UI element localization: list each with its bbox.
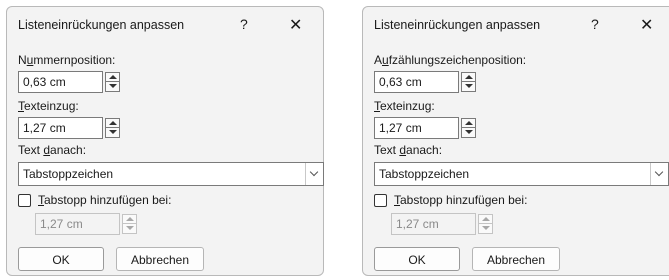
arrow-up-icon <box>465 75 473 79</box>
number-position-spinner: 0,63 cm <box>18 71 125 93</box>
spin-down-button[interactable] <box>462 82 475 91</box>
list-indent-dialog-numbering: Listeneinrückungen anpassen ? ✕ Nummernp… <box>6 6 324 276</box>
bullet-position-spinner: 0,63 cm <box>374 71 481 93</box>
spin-down-button[interactable] <box>123 224 136 233</box>
tabstop-position-spinner: 1,27 cm <box>35 213 142 235</box>
ok-button[interactable]: OK <box>374 247 460 271</box>
spin-up-button[interactable] <box>123 215 136 224</box>
tabstop-position-stepper <box>122 214 137 234</box>
arrow-down-icon <box>109 84 117 88</box>
spin-up-button[interactable] <box>106 119 119 128</box>
follow-bullet-select[interactable]: Tabstoppzeichen <box>374 162 669 186</box>
arrow-down-icon <box>465 84 473 88</box>
close-icon[interactable]: ✕ <box>289 15 302 35</box>
add-tabstop-checkbox[interactable] <box>374 194 387 207</box>
spin-down-button[interactable] <box>106 82 119 91</box>
text-indent-label: Texteinzug: <box>374 99 435 113</box>
help-icon[interactable]: ? <box>240 16 248 32</box>
spin-up-button[interactable] <box>479 215 492 224</box>
spin-up-button[interactable] <box>462 119 475 128</box>
add-tabstop-checkbox[interactable] <box>18 194 31 207</box>
text-indent-stepper <box>461 118 476 138</box>
list-indent-dialog-bullets: Listeneinrückungen anpassen ? ✕ Aufzählu… <box>362 6 669 276</box>
text-indent-stepper <box>105 118 120 138</box>
follow-number-label: Text danach: <box>18 143 87 157</box>
arrow-down-icon <box>109 130 117 134</box>
arrow-up-icon <box>126 217 134 221</box>
tabstop-position-input[interactable]: 1,27 cm <box>35 213 120 235</box>
ok-button[interactable]: OK <box>18 247 104 271</box>
chevron-down-icon[interactable] <box>305 163 323 185</box>
title-bar: Listeneinrückungen anpassen ? ✕ <box>363 7 669 41</box>
text-indent-spinner: 1,27 cm <box>374 117 481 139</box>
bullet-position-label: Aufzählungszeichenposition: <box>374 53 527 67</box>
tabstop-position-stepper <box>478 214 493 234</box>
text-indent-input[interactable]: 1,27 cm <box>374 117 459 139</box>
cancel-button[interactable]: Abbrechen <box>116 247 204 271</box>
arrow-down-icon <box>465 130 473 134</box>
cancel-button[interactable]: Abbrechen <box>472 247 560 271</box>
spin-down-button[interactable] <box>106 128 119 137</box>
follow-bullet-label: Text danach: <box>374 143 443 157</box>
arrow-down-icon <box>482 226 490 230</box>
text-indent-spinner: 1,27 cm <box>18 117 125 139</box>
arrow-down-icon <box>126 226 134 230</box>
spin-up-button[interactable] <box>462 73 475 82</box>
follow-bullet-value: Tabstoppzeichen <box>379 167 470 181</box>
arrow-up-icon <box>465 121 473 125</box>
close-icon[interactable]: ✕ <box>640 15 653 35</box>
text-indent-input[interactable]: 1,27 cm <box>18 117 103 139</box>
arrow-up-icon <box>109 75 117 79</box>
follow-number-value: Tabstoppzeichen <box>23 167 114 181</box>
follow-number-select[interactable]: Tabstoppzeichen <box>18 162 324 186</box>
spin-down-button[interactable] <box>479 224 492 233</box>
title-bar: Listeneinrückungen anpassen ? ✕ <box>7 7 323 41</box>
bullet-position-stepper <box>461 72 476 92</box>
text-indent-label: Texteinzug: <box>18 99 79 113</box>
number-position-label: Nummernposition: <box>18 53 116 67</box>
tabstop-position-spinner: 1,27 cm <box>391 213 498 235</box>
add-tabstop-label: Tabstopp hinzufügen bei: <box>38 193 172 207</box>
add-tabstop-label: Tabstopp hinzufügen bei: <box>394 193 528 207</box>
chevron-down-icon[interactable] <box>650 163 668 185</box>
arrow-up-icon <box>482 217 490 221</box>
dialog-title: Listeneinrückungen anpassen <box>18 18 185 32</box>
spin-down-button[interactable] <box>462 128 475 137</box>
dialog-title: Listeneinrückungen anpassen <box>374 18 541 32</box>
arrow-up-icon <box>109 121 117 125</box>
number-position-input[interactable]: 0,63 cm <box>18 71 103 93</box>
bullet-position-input[interactable]: 0,63 cm <box>374 71 459 93</box>
spin-up-button[interactable] <box>106 73 119 82</box>
tabstop-position-input[interactable]: 1,27 cm <box>391 213 476 235</box>
help-icon[interactable]: ? <box>591 16 599 32</box>
number-position-stepper <box>105 72 120 92</box>
